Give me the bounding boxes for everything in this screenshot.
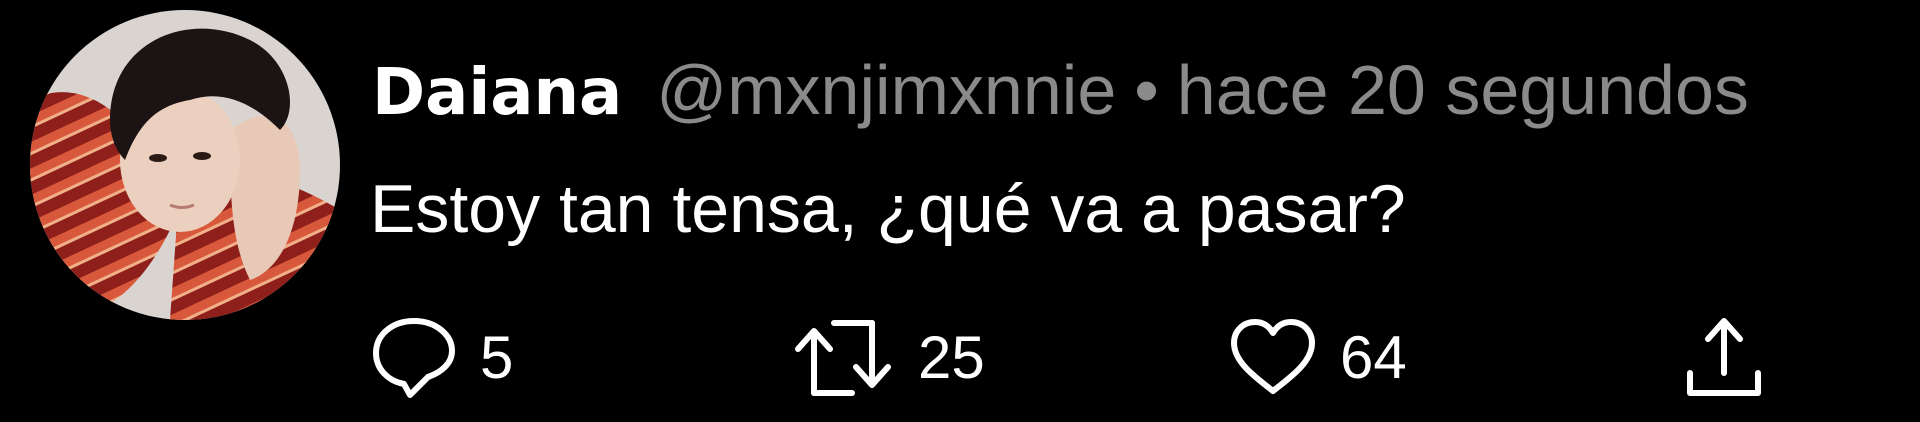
tweet-text: Estoy tan tensa, ¿qué va a pasar? [370,171,1406,247]
avatar[interactable] [30,10,340,320]
reply-button[interactable]: 5 [370,312,513,402]
share-button[interactable] [1684,312,1764,402]
tweet-header: Daiana @mxnjimxnnie • hace 20 segundos [372,50,1749,130]
heart-icon [1231,319,1315,394]
reply-count: 5 [480,323,514,391]
like-count: 64 [1340,323,1407,391]
tweet-card: Daiana @mxnjimxnnie • hace 20 segundos E… [0,0,1920,422]
share-icon [1687,318,1761,396]
avatar-photo [30,10,340,320]
reply-icon [373,318,455,398]
retweet-count: 25 [918,323,985,391]
timestamp[interactable]: hace 20 segundos [1177,50,1749,130]
separator-dot: • [1134,51,1159,129]
user-handle[interactable]: @mxnjimxnnie [656,50,1116,130]
retweet-icon [795,320,891,396]
retweet-button[interactable]: 25 [790,312,985,402]
display-name[interactable]: Daiana [372,56,622,130]
like-button[interactable]: 64 [1228,312,1407,402]
